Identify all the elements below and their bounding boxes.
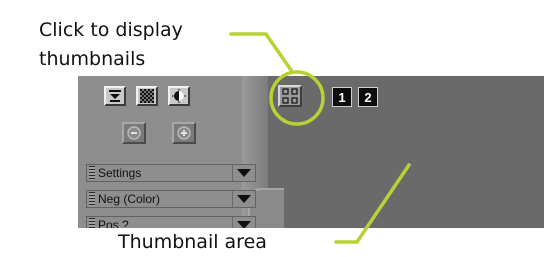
callout-thumbnails-line2: thumbnails bbox=[39, 48, 146, 70]
thumbnails-grid-icon bbox=[282, 88, 298, 104]
settings-dropdown-label: Settings bbox=[98, 166, 142, 180]
film-type-dropdown[interactable]: Neg (Color) bbox=[86, 190, 256, 208]
callout-thumbnail-area: Thumbnail area bbox=[118, 231, 267, 253]
callout-leader-thumbnails bbox=[229, 32, 293, 72]
zoom-in-icon bbox=[177, 126, 191, 140]
zoom-out-icon bbox=[127, 126, 141, 140]
zoom-in-button[interactable] bbox=[172, 122, 196, 144]
eject-button[interactable] bbox=[104, 86, 126, 106]
checker-icon bbox=[140, 89, 154, 103]
frame-1-button[interactable]: 1 bbox=[332, 87, 352, 107]
scanner-screenshot: Settings Neg (Color) Pos ? 1 2 bbox=[78, 76, 544, 228]
third-dropdown-label: Pos ? bbox=[98, 218, 129, 228]
chevron-down-icon[interactable] bbox=[232, 217, 255, 228]
zoom-out-button[interactable] bbox=[122, 122, 146, 144]
chevron-down-icon[interactable] bbox=[232, 165, 255, 181]
frame-2-button[interactable]: 2 bbox=[358, 87, 378, 107]
thumbnail-area bbox=[268, 76, 544, 228]
dust-removal-button[interactable] bbox=[136, 86, 158, 106]
eject-icon bbox=[109, 90, 121, 102]
contrast-icon bbox=[172, 89, 186, 103]
third-dropdown[interactable]: Pos ? bbox=[86, 216, 256, 228]
contrast-button[interactable] bbox=[168, 86, 190, 106]
film-type-dropdown-label: Neg (Color) bbox=[98, 192, 161, 206]
thumbnails-button[interactable] bbox=[278, 85, 302, 107]
callout-thumbnails-line1: Click to display bbox=[39, 19, 183, 41]
chevron-down-icon[interactable] bbox=[232, 191, 255, 207]
settings-dropdown[interactable]: Settings bbox=[86, 164, 256, 182]
